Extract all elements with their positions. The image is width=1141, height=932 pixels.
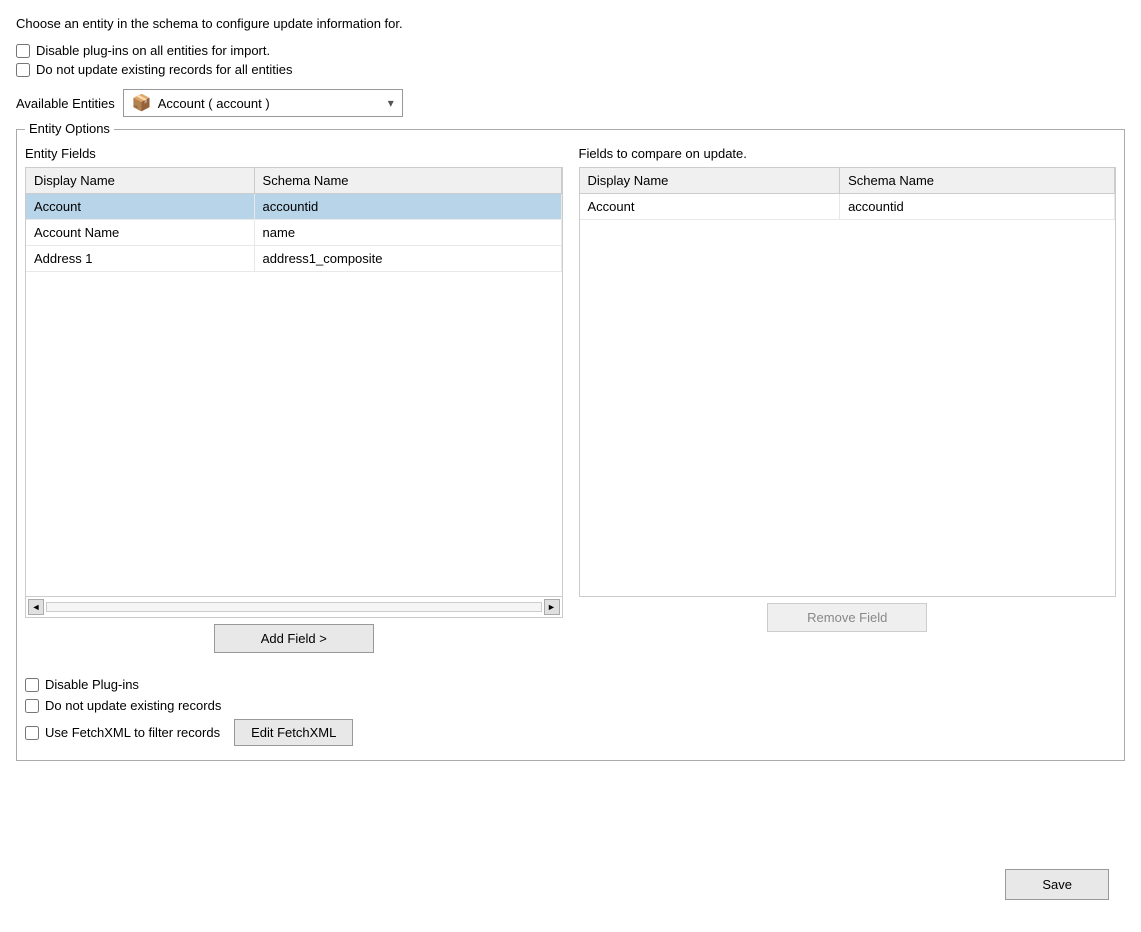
available-entities-row: Available Entities 📦 Account ( account )… (16, 89, 1125, 117)
bottom-options: Disable Plug-ins Do not update existing … (25, 669, 1116, 746)
do-not-update-entity-row: Do not update existing records (25, 698, 1116, 713)
two-panel-layout: Entity Fields Display Name Schema Name A… (25, 146, 1116, 653)
disable-plugins-entity-checkbox[interactable] (25, 678, 39, 692)
available-entities-label: Available Entities (16, 96, 115, 111)
right-table-header-row: Display Name Schema Name (580, 168, 1115, 194)
left-col-display-name: Display Name (26, 168, 254, 194)
do-not-update-global-row: Do not update existing records for all e… (16, 62, 1125, 77)
disable-plugins-entity-label: Disable Plug-ins (45, 677, 139, 692)
left-table-header-row: Display Name Schema Name (26, 168, 561, 194)
left-scroll-track (46, 602, 542, 612)
right-table-body: Accountaccountid (580, 194, 1115, 220)
edit-fetchxml-button[interactable]: Edit FetchXML (234, 719, 353, 746)
entity-options-group: Entity Options Entity Fields Display Nam… (16, 129, 1125, 761)
chevron-down-icon: ▾ (388, 96, 394, 110)
left-cell-display-name: Address 1 (26, 246, 254, 272)
right-cell-display-name: Account (580, 194, 840, 220)
left-table: Display Name Schema Name Accountaccounti… (26, 168, 562, 272)
left-table-row[interactable]: Accountaccountid (26, 194, 561, 220)
disable-plugins-global-label: Disable plug-ins on all entities for imp… (36, 43, 270, 58)
intro-text: Choose an entity in the schema to config… (16, 16, 1125, 31)
use-fetchxml-row: Use FetchXML to filter records Edit Fetc… (25, 719, 1116, 746)
page-container: Choose an entity in the schema to config… (16, 16, 1125, 916)
right-table-row[interactable]: Accountaccountid (580, 194, 1115, 220)
do-not-update-entity-checkbox[interactable] (25, 699, 39, 713)
left-panel: Entity Fields Display Name Schema Name A… (25, 146, 563, 653)
left-scroll-right-btn[interactable]: ► (544, 599, 560, 615)
add-field-button-row: Add Field > (25, 624, 563, 653)
disable-plugins-entity-row: Disable Plug-ins (25, 677, 1116, 692)
save-button[interactable]: Save (1005, 869, 1109, 900)
disable-plugins-global-checkbox[interactable] (16, 44, 30, 58)
add-field-button[interactable]: Add Field > (214, 624, 374, 653)
entity-options-content: Entity Fields Display Name Schema Name A… (25, 138, 1116, 746)
entity-dropdown[interactable]: 📦 Account ( account ) ▾ (123, 89, 403, 117)
entity-dropdown-text: Account ( account ) (158, 96, 382, 111)
left-col-schema-name: Schema Name (254, 168, 561, 194)
remove-field-button-row: Remove Field (579, 603, 1117, 632)
remove-field-button[interactable]: Remove Field (767, 603, 927, 632)
left-table-row[interactable]: Address 1address1_composite (26, 246, 561, 272)
left-cell-schema-name: name (254, 220, 561, 246)
left-cell-schema-name: address1_composite (254, 246, 561, 272)
right-cell-schema-name: accountid (840, 194, 1115, 220)
do-not-update-global-label: Do not update existing records for all e… (36, 62, 293, 77)
footer: Save (1005, 869, 1109, 900)
left-table-row[interactable]: Account Namename (26, 220, 561, 246)
left-table-container[interactable]: Display Name Schema Name Accountaccounti… (25, 167, 563, 597)
right-table-container[interactable]: Display Name Schema Name Accountaccounti… (579, 167, 1117, 597)
left-panel-title: Entity Fields (25, 146, 563, 161)
do-not-update-global-checkbox[interactable] (16, 63, 30, 77)
right-panel: Fields to compare on update. Display Nam… (579, 146, 1117, 653)
left-table-body: AccountaccountidAccount NamenameAddress … (26, 194, 561, 272)
left-scroll-left-btn[interactable]: ◄ (28, 599, 44, 615)
left-cell-display-name: Account Name (26, 220, 254, 246)
left-scrollbar-row: ◄ ► (25, 597, 563, 618)
right-table: Display Name Schema Name Accountaccounti… (580, 168, 1116, 220)
entity-options-legend: Entity Options (25, 121, 114, 136)
disable-plugins-global-row: Disable plug-ins on all entities for imp… (16, 43, 1125, 58)
right-col-schema-name: Schema Name (840, 168, 1115, 194)
right-panel-title: Fields to compare on update. (579, 146, 1117, 161)
left-cell-display-name: Account (26, 194, 254, 220)
do-not-update-entity-label: Do not update existing records (45, 698, 221, 713)
entity-icon: 📦 (132, 93, 152, 113)
right-col-display-name: Display Name (580, 168, 840, 194)
left-cell-schema-name: accountid (254, 194, 561, 220)
use-fetchxml-label: Use FetchXML to filter records (45, 725, 220, 740)
use-fetchxml-checkbox[interactable] (25, 726, 39, 740)
